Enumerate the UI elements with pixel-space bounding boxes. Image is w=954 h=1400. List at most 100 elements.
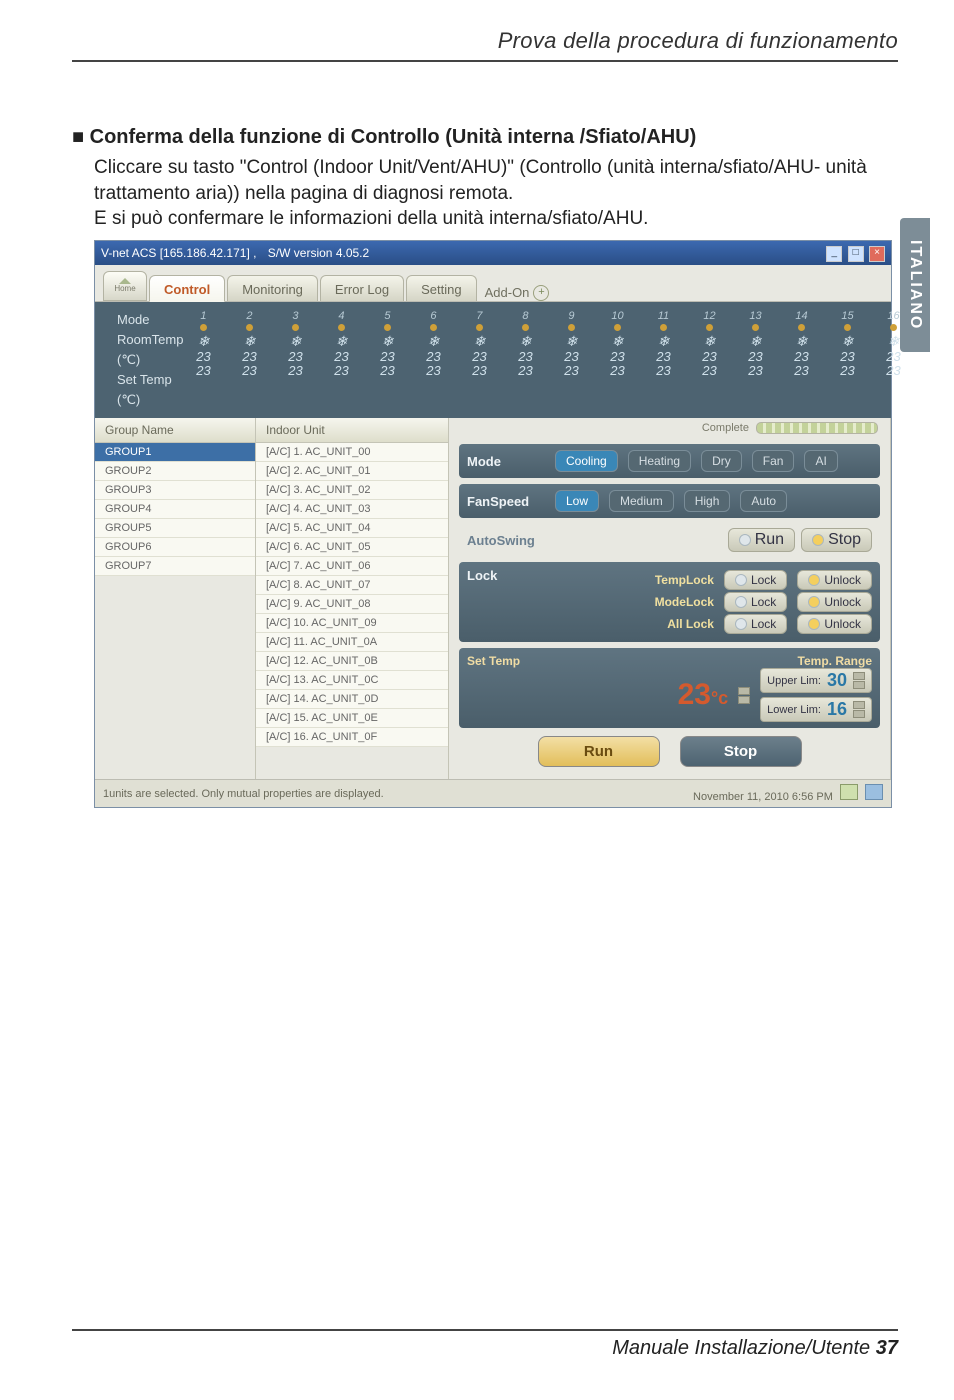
unit-cell[interactable]: 3❄2323 — [281, 310, 309, 378]
home-label: Home — [114, 284, 135, 293]
minimize-button[interactable]: _ — [826, 246, 842, 262]
templock-unlock-button[interactable]: Unlock — [797, 570, 872, 590]
radio-icon — [739, 534, 751, 546]
autoswing-stop-button[interactable]: Stop — [801, 528, 872, 552]
unit-cell[interactable]: 1❄2323 — [189, 310, 217, 378]
unit-cell[interactable]: 6❄2323 — [419, 310, 447, 378]
group-row[interactable]: GROUP3 — [95, 481, 255, 500]
indoor-unit-list: [A/C] 1. AC_UNIT_00[A/C] 2. AC_UNIT_01[A… — [256, 443, 448, 747]
upper-lim-stepper[interactable] — [853, 672, 865, 689]
complete-progress — [756, 422, 878, 434]
group-row[interactable]: GROUP7 — [95, 557, 255, 576]
alllock-lock-button[interactable]: Lock — [724, 614, 787, 634]
mode-cooling-button[interactable]: Cooling — [555, 450, 618, 472]
unit-cell[interactable]: 5❄2323 — [373, 310, 401, 378]
group-list: GROUP1GROUP2GROUP3GROUP4GROUP5GROUP6GROU… — [95, 443, 255, 576]
indoor-unit-row[interactable]: [A/C] 15. AC_UNIT_0E — [256, 709, 448, 728]
mode-fan-button[interactable]: Fan — [752, 450, 795, 472]
lock-section: Lock TempLock Lock Unlock ModeLock Lock … — [459, 562, 880, 642]
unit-cell[interactable]: 9❄2323 — [557, 310, 585, 378]
set-temp-title: Set Temp — [467, 654, 520, 668]
alllock-unlock-button[interactable]: Unlock — [797, 614, 872, 634]
indoor-unit-row[interactable]: [A/C] 13. AC_UNIT_0C — [256, 671, 448, 690]
set-temp-stepper[interactable] — [738, 687, 750, 704]
mode-heating-button[interactable]: Heating — [628, 450, 691, 472]
mode-dry-button[interactable]: Dry — [701, 450, 742, 472]
tab-monitoring[interactable]: Monitoring — [227, 275, 318, 301]
unit-cell[interactable]: 13❄2323 — [741, 310, 769, 378]
plus-icon: + — [533, 285, 549, 301]
unit-cell[interactable]: 11❄2323 — [649, 310, 677, 378]
status-labels: Mode RoomTemp (℃) Set Temp (℃) — [117, 310, 183, 410]
group-row[interactable]: GROUP2 — [95, 462, 255, 481]
close-button[interactable]: × — [869, 246, 885, 262]
indoor-unit-row[interactable]: [A/C] 7. AC_UNIT_06 — [256, 557, 448, 576]
unit-cell[interactable]: 10❄2323 — [603, 310, 631, 378]
upper-lim-value: 30 — [827, 670, 847, 691]
indoor-unit-row[interactable]: [A/C] 12. AC_UNIT_0B — [256, 652, 448, 671]
language-side-tab: ITALIANO — [900, 218, 930, 352]
tab-error-log[interactable]: Error Log — [320, 275, 404, 301]
stop-button[interactable]: Stop — [680, 736, 802, 767]
window-controls: _ □ × — [824, 244, 885, 262]
window-title-left: V-net ACS [165.186.42.171] , — [101, 246, 256, 260]
status-bar-left: 1units are selected. Only mutual propert… — [103, 788, 384, 800]
unit-cell[interactable]: 15❄2323 — [833, 310, 861, 378]
unit-status-band: Mode RoomTemp (℃) Set Temp (℃) 1❄2323 2❄2… — [95, 302, 891, 418]
indoor-unit-header: Indoor Unit — [256, 418, 448, 443]
indoor-unit-row[interactable]: [A/C] 6. AC_UNIT_05 — [256, 538, 448, 557]
indoor-unit-row[interactable]: [A/C] 2. AC_UNIT_01 — [256, 462, 448, 481]
unit-cell[interactable]: 12❄2323 — [695, 310, 723, 378]
group-row[interactable]: GROUP1 — [95, 443, 255, 462]
group-row[interactable]: GROUP4 — [95, 500, 255, 519]
group-header: Group Name — [95, 418, 255, 443]
status-roomtemp-label: RoomTemp (℃) — [117, 330, 183, 370]
mode-ai-button[interactable]: AI — [804, 450, 837, 472]
alllock-row: All Lock Lock Unlock — [545, 614, 872, 634]
section-title: ■ Conferma della funzione di Controllo (… — [72, 126, 898, 149]
tab-control[interactable]: Control — [149, 275, 225, 302]
run-stop-row: Run Stop — [459, 736, 880, 767]
maximize-button[interactable]: □ — [848, 246, 864, 262]
mode-row: Mode Cooling Heating Dry Fan AI — [459, 444, 880, 478]
addon-button[interactable]: Add-On + — [485, 285, 550, 301]
indoor-unit-row[interactable]: [A/C] 4. AC_UNIT_03 — [256, 500, 448, 519]
unit-cell[interactable]: 14❄2323 — [787, 310, 815, 378]
indoor-unit-row[interactable]: [A/C] 11. AC_UNIT_0A — [256, 633, 448, 652]
upper-lim-row: Upper Lim: 30 — [760, 668, 872, 693]
unit-cell[interactable]: 7❄2323 — [465, 310, 493, 378]
unit-cell[interactable]: 4❄2323 — [327, 310, 355, 378]
body-paragraph-2: E si può confermare le informazioni dell… — [94, 206, 898, 232]
templock-name: TempLock — [638, 573, 714, 587]
group-row[interactable]: GROUP6 — [95, 538, 255, 557]
modelock-lock-button[interactable]: Lock — [724, 592, 787, 612]
lower-lim-stepper[interactable] — [853, 701, 865, 718]
tab-setting[interactable]: Setting — [406, 275, 476, 301]
set-temp-value: 23°c — [678, 678, 729, 712]
indoor-unit-row[interactable]: [A/C] 10. AC_UNIT_09 — [256, 614, 448, 633]
fan-medium-button[interactable]: Medium — [609, 490, 674, 512]
indoor-unit-row[interactable]: [A/C] 14. AC_UNIT_0D — [256, 690, 448, 709]
home-button[interactable]: Home — [103, 271, 147, 301]
indoor-unit-row[interactable]: [A/C] 8. AC_UNIT_07 — [256, 576, 448, 595]
indoor-unit-row[interactable]: [A/C] 1. AC_UNIT_00 — [256, 443, 448, 462]
temp-range-label: Temp. Range — [798, 654, 872, 668]
group-row[interactable]: GROUP5 — [95, 519, 255, 538]
indoor-unit-row[interactable]: [A/C] 16. AC_UNIT_0F — [256, 728, 448, 747]
fan-high-button[interactable]: High — [684, 490, 731, 512]
radio-on-icon — [808, 574, 820, 586]
fan-low-button[interactable]: Low — [555, 490, 599, 512]
indoor-unit-row[interactable]: [A/C] 3. AC_UNIT_02 — [256, 481, 448, 500]
unit-cell[interactable]: 8❄2323 — [511, 310, 539, 378]
radio-icon — [735, 574, 747, 586]
lock-group-label: Lock — [467, 568, 545, 636]
modelock-unlock-button[interactable]: Unlock — [797, 592, 872, 612]
indoor-unit-row[interactable]: [A/C] 9. AC_UNIT_08 — [256, 595, 448, 614]
autoswing-run-button[interactable]: Run — [728, 528, 795, 552]
templock-lock-button[interactable]: Lock — [724, 570, 787, 590]
fan-auto-button[interactable]: Auto — [740, 490, 787, 512]
run-button[interactable]: Run — [538, 736, 660, 767]
unit-cell[interactable]: 2❄2323 — [235, 310, 263, 378]
indoor-unit-row[interactable]: [A/C] 5. AC_UNIT_04 — [256, 519, 448, 538]
footer-text: Manuale Installazione/Utente — [612, 1337, 870, 1359]
